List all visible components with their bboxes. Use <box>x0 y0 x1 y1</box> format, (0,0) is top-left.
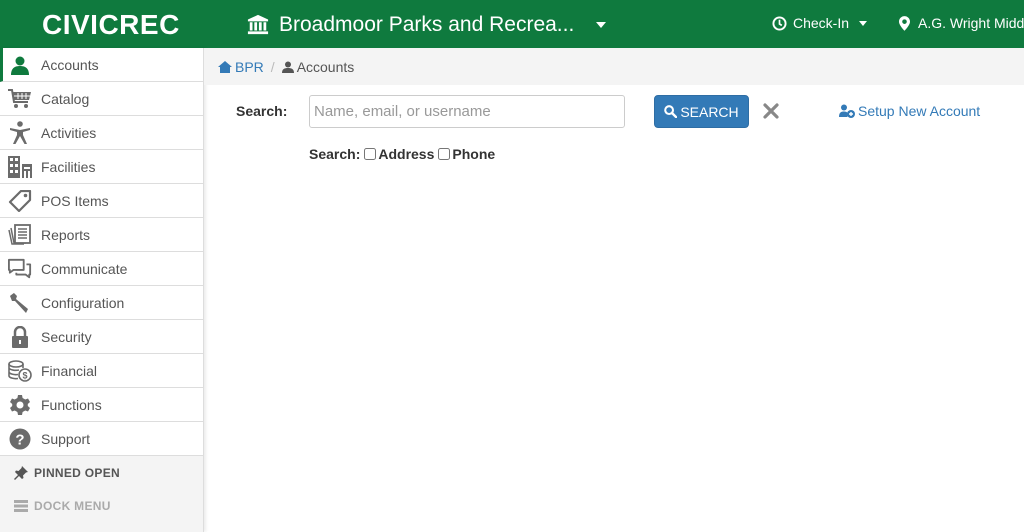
app-logo[interactable]: CIVICREC <box>42 9 180 41</box>
sidebar-item-label: Configuration <box>41 295 125 311</box>
question-icon: ? <box>8 428 32 450</box>
building-icon <box>8 156 32 178</box>
address-checkbox[interactable] <box>364 148 377 160</box>
setup-new-account-link[interactable]: Setup New Account <box>839 103 980 119</box>
phone-option-label: Phone <box>452 146 496 162</box>
sidebar-item-facilities[interactable]: Facilities <box>0 150 203 184</box>
gear-icon <box>8 394 32 416</box>
search-label: Search: <box>236 103 288 119</box>
sidebar-item-label: Security <box>41 329 92 345</box>
menu-icon <box>13 499 29 513</box>
pinned-open-label: PINNED OPEN <box>34 465 120 480</box>
sidebar-item-label: Functions <box>41 397 102 413</box>
sidebar-item-functions[interactable]: Functions <box>0 388 203 422</box>
close-icon <box>763 103 779 119</box>
search-options-label: Search: <box>309 146 361 162</box>
dock-menu-toggle[interactable]: DOCK MENU <box>0 489 203 522</box>
chat-icon <box>8 258 32 280</box>
add-user-icon <box>839 104 855 118</box>
cart-icon <box>8 88 32 110</box>
dock-menu-label: DOCK MENU <box>34 498 111 513</box>
sidebar-item-activities[interactable]: Activities <box>0 116 203 150</box>
sidebar: Accounts Catalog Activities Facilities P… <box>0 48 204 532</box>
sidebar-item-pos-items[interactable]: POS Items <box>0 184 203 218</box>
checkin-label: Check-In <box>793 15 850 31</box>
pinned-open-toggle[interactable]: PINNED OPEN <box>0 456 203 489</box>
sidebar-item-label: Facilities <box>41 159 96 175</box>
sidebar-item-label: Reports <box>41 227 91 243</box>
svg-text:?: ? <box>15 432 24 449</box>
clock-icon <box>772 15 787 31</box>
sidebar-item-support[interactable]: ? Support <box>0 422 203 456</box>
sidebar-item-financial[interactable]: $ Financial <box>0 354 203 388</box>
search-button[interactable]: SEARCH <box>654 95 749 128</box>
caret-down-icon <box>596 22 607 28</box>
sidebar-item-reports[interactable]: Reports <box>0 218 203 252</box>
search-options: Search: Address Phone <box>309 146 495 162</box>
breadcrumb-current: Accounts <box>281 58 355 75</box>
phone-option[interactable]: Phone <box>438 146 495 162</box>
reports-icon <box>8 224 32 246</box>
organization-name: Broadmoor Parks and Recrea... <box>279 13 575 36</box>
map-marker-icon <box>899 15 910 31</box>
sidebar-item-communicate[interactable]: Communicate <box>0 252 203 286</box>
tag-icon <box>8 190 32 212</box>
sidebar-item-label: Support <box>41 431 91 447</box>
clear-search-button[interactable] <box>762 102 780 120</box>
checkin-dropdown[interactable]: Check-In <box>772 15 868 31</box>
address-option[interactable]: Address <box>364 146 434 162</box>
wrench-icon <box>8 292 32 314</box>
user-icon <box>281 61 294 73</box>
bank-icon <box>247 14 269 35</box>
caret-down-icon <box>859 20 868 26</box>
sidebar-item-catalog[interactable]: Catalog <box>0 82 203 116</box>
top-bar: CIVICREC Broadmoor Parks and Recrea... C… <box>0 0 1024 48</box>
sidebar-item-label: POS Items <box>41 193 109 209</box>
sidebar-item-label: Accounts <box>41 57 99 73</box>
search-button-label: SEARCH <box>680 103 739 120</box>
breadcrumb-separator: / <box>270 58 275 75</box>
user-icon <box>8 54 32 76</box>
setup-new-account-label: Setup New Account <box>858 103 981 119</box>
address-option-label: Address <box>378 146 435 162</box>
location-label: A.G. Wright Middl <box>918 15 1024 31</box>
location-selector[interactable]: A.G. Wright Middl <box>899 15 1024 31</box>
sidebar-item-accounts[interactable]: Accounts <box>0 48 203 82</box>
search-icon <box>664 105 678 118</box>
breadcrumb-current-label: Accounts <box>296 58 355 75</box>
sidebar-item-label: Activities <box>41 125 97 141</box>
home-icon <box>218 60 232 73</box>
search-input[interactable] <box>309 95 625 128</box>
breadcrumb-root-label: BPR <box>235 58 264 75</box>
phone-checkbox[interactable] <box>438 148 451 160</box>
sidebar-item-configuration[interactable]: Configuration <box>0 286 203 320</box>
pin-icon <box>13 465 29 480</box>
breadcrumb-root-link[interactable]: BPR <box>218 59 264 75</box>
svg-text:$: $ <box>22 371 27 381</box>
organization-dropdown[interactable]: Broadmoor Parks and Recrea... <box>247 13 607 37</box>
coins-icon: $ <box>8 360 32 382</box>
sidebar-item-security[interactable]: Security <box>0 320 203 354</box>
sidebar-item-label: Catalog <box>41 91 90 107</box>
lock-icon <box>8 326 32 348</box>
sidebar-item-label: Communicate <box>41 261 128 277</box>
person-icon <box>8 121 32 144</box>
sidebar-item-label: Financial <box>41 363 98 379</box>
breadcrumb: BPR / Accounts <box>204 48 1024 85</box>
